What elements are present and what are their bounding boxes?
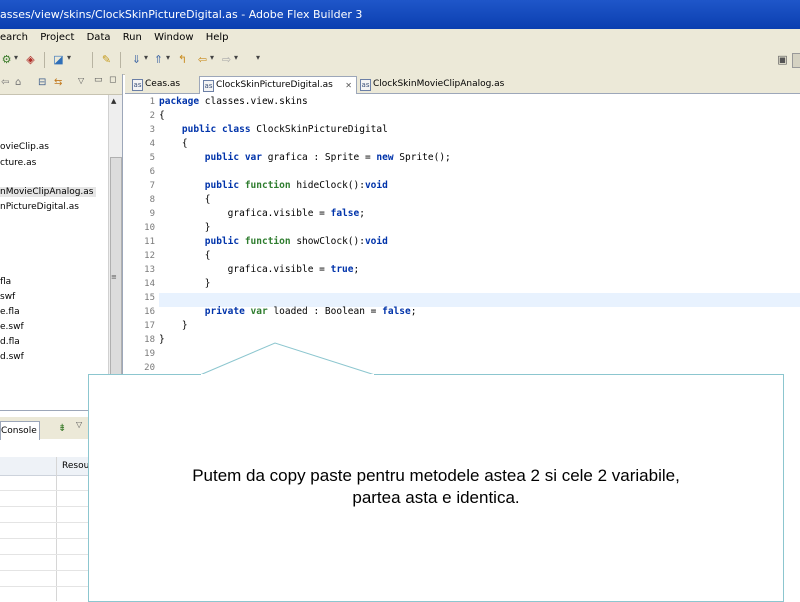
callout-line-2: partea asta e identica. [352,488,520,507]
callout-text: Putem da copy paste pentru metodele aste… [99,465,773,509]
callout-line-1: Putem da copy paste pentru metodele aste… [192,466,680,485]
annotation-callout: Putem da copy paste pentru metodele aste… [88,374,784,602]
